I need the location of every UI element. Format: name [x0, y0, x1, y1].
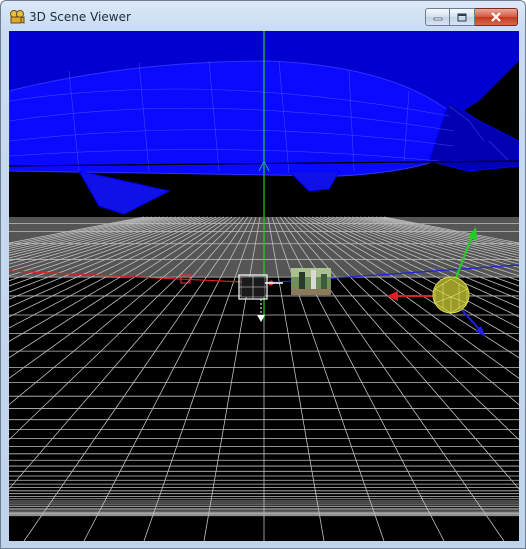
- title-bar[interactable]: 3D Scene Viewer: [1, 1, 525, 31]
- close-button[interactable]: [475, 8, 518, 26]
- caption-buttons: [425, 8, 518, 26]
- camera-app-icon: [10, 10, 25, 24]
- scene-viewer-window: 3D Scene Viewer: [0, 0, 526, 549]
- 3d-viewport[interactable]: [9, 31, 519, 541]
- maximize-icon: [457, 13, 467, 21]
- image-plane[interactable]: [291, 268, 331, 295]
- close-icon: [491, 12, 501, 22]
- scene-canvas[interactable]: [9, 31, 519, 541]
- maximize-button[interactable]: [450, 8, 475, 26]
- window-title: 3D Scene Viewer: [29, 10, 131, 24]
- minimize-icon: [433, 17, 442, 21]
- minimize-button[interactable]: [425, 8, 450, 26]
